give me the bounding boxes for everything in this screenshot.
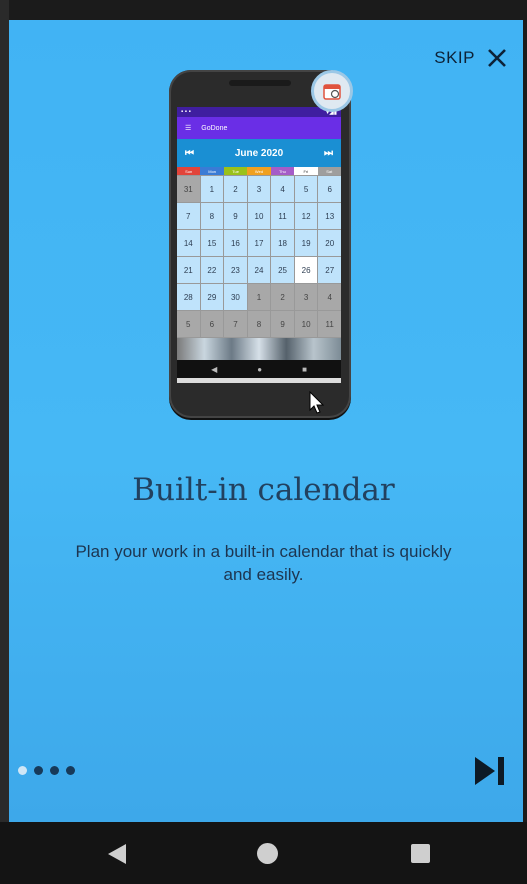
calendar-day-cell: 13 <box>318 203 341 229</box>
device-frame-edge <box>0 0 9 884</box>
weekday-label: Mon <box>200 167 224 175</box>
calendar-day-cell: 23 <box>224 257 247 283</box>
close-icon[interactable] <box>487 48 507 68</box>
skip-button[interactable]: SKIP <box>434 48 507 68</box>
phone-nav-bar: ◀ ● ■ <box>177 360 341 378</box>
calendar-day-cell: 12 <box>294 203 318 229</box>
calendar-day-cell: 24 <box>247 257 271 283</box>
page-title: Built-in calendar <box>132 472 395 508</box>
calendar-day-cell: 20 <box>318 230 341 256</box>
calendar-day-cell: 2 <box>224 176 247 202</box>
page-dot[interactable] <box>34 766 43 775</box>
calendar-day-cell: 29 <box>200 284 224 310</box>
calendar-day-cell: 9 <box>224 203 247 229</box>
calendar-day-cell: 4 <box>271 176 294 202</box>
calendar-day-cell: 30 <box>224 284 247 310</box>
skip-next-icon <box>475 757 504 785</box>
calendar-day-cell: 1 <box>247 284 271 310</box>
back-icon[interactable] <box>106 842 128 871</box>
calendar-day-cell: 25 <box>271 257 294 283</box>
calendar-day-cell: 10 <box>247 203 271 229</box>
weekday-label: Wed <box>247 167 271 175</box>
calendar-day-cell: 2 <box>271 284 294 310</box>
home-icon[interactable] <box>257 843 278 864</box>
page-dot[interactable] <box>66 766 75 775</box>
calendar-day-cell: 5 <box>177 311 200 337</box>
calendar-day-cell: 8 <box>200 203 224 229</box>
calendar-day-cell: 6 <box>318 176 341 202</box>
calendar-day-cell: 27 <box>318 257 341 283</box>
calendar-day-cell: 9 <box>271 311 294 337</box>
phone-month-label: June 2020 <box>234 147 284 159</box>
phone-photo-strip <box>177 338 341 360</box>
calendar-day-cell: 21 <box>177 257 200 283</box>
calendar-day-cell: 7 <box>224 311 247 337</box>
page-dot[interactable] <box>50 766 59 775</box>
calendar-day-cell: 15 <box>200 230 224 256</box>
calendar-day-cell: 7 <box>177 203 200 229</box>
calendar-day-cell: 22 <box>200 257 224 283</box>
phone-screen: ▪ ▪ ▪ ▾◢▮ ☰ GoDone ⏮ June 2020 ⏭ Sun Mon Tu… <box>177 107 341 383</box>
next-month-icon: ⏭ <box>324 147 333 159</box>
calendar-day-cell: 11 <box>271 203 294 229</box>
weekday-label: Sat <box>317 167 341 175</box>
calendar-day-cell: 17 <box>247 230 271 256</box>
menu-icon: ☰ <box>185 125 192 132</box>
calendar-day-cell: 18 <box>271 230 294 256</box>
calendar-day-cell: 6 <box>200 311 224 337</box>
calendar-day-cell: 11 <box>318 311 341 337</box>
weekday-label: Thu <box>270 167 295 175</box>
page-indicator <box>18 766 75 775</box>
calendar-app-icon <box>311 70 353 112</box>
weekday-label: Tue <box>223 167 248 175</box>
page-description: Plan your work in a built-in calendar th… <box>75 542 452 584</box>
weekday-label: Sun <box>177 167 201 175</box>
phone-month-bar: ⏮ June 2020 ⏭ <box>177 139 341 167</box>
calendar-day-cell: 10 <box>294 311 318 337</box>
calendar-day-cell: 3 <box>294 284 318 310</box>
calendar-day-cell: 19 <box>294 230 318 256</box>
phone-illustration: ▪ ▪ ▪ ▾◢▮ ☰ GoDone ⏮ June 2020 ⏭ Sun Mon Tu… <box>169 70 351 418</box>
phone-status-bar: ▪ ▪ ▪ ▾◢▮ <box>177 107 341 117</box>
phone-speaker <box>229 80 291 86</box>
recents-icon[interactable] <box>411 844 430 863</box>
calendar-day-cell: 14 <box>177 230 200 256</box>
phone-app-bar: ☰ GoDone <box>177 117 341 139</box>
prev-month-icon: ⏮ <box>185 147 194 159</box>
skip-label: SKIP <box>434 48 475 67</box>
calendar-day-cell: 31 <box>177 176 200 202</box>
calendar-day-cell: 4 <box>318 284 341 310</box>
phone-calendar-grid: 31 1 2 3 4 5 6 7 8 9 10 11 12 13 14 15 16 17 18 19 20 21 22 23 2… <box>177 175 341 338</box>
page-dot[interactable] <box>18 766 27 775</box>
calendar-day-cell: 28 <box>177 284 200 310</box>
phone-weekday-header: Sun Mon Tue Wed Thu Fri Sat <box>177 167 341 175</box>
calendar-day-cell: 3 <box>247 176 271 202</box>
weekday-label: Fri <box>294 167 318 175</box>
calendar-day-cell: 26 <box>294 257 318 283</box>
cursor-icon <box>309 390 325 420</box>
calendar-day-cell: 16 <box>224 230 247 256</box>
calendar-day-cell: 1 <box>200 176 224 202</box>
skip-to-end-button[interactable] <box>473 755 507 792</box>
phone-app-title: GoDone <box>201 124 228 132</box>
calendar-day-cell: 5 <box>294 176 318 202</box>
calendar-day-cell: 8 <box>247 311 271 337</box>
